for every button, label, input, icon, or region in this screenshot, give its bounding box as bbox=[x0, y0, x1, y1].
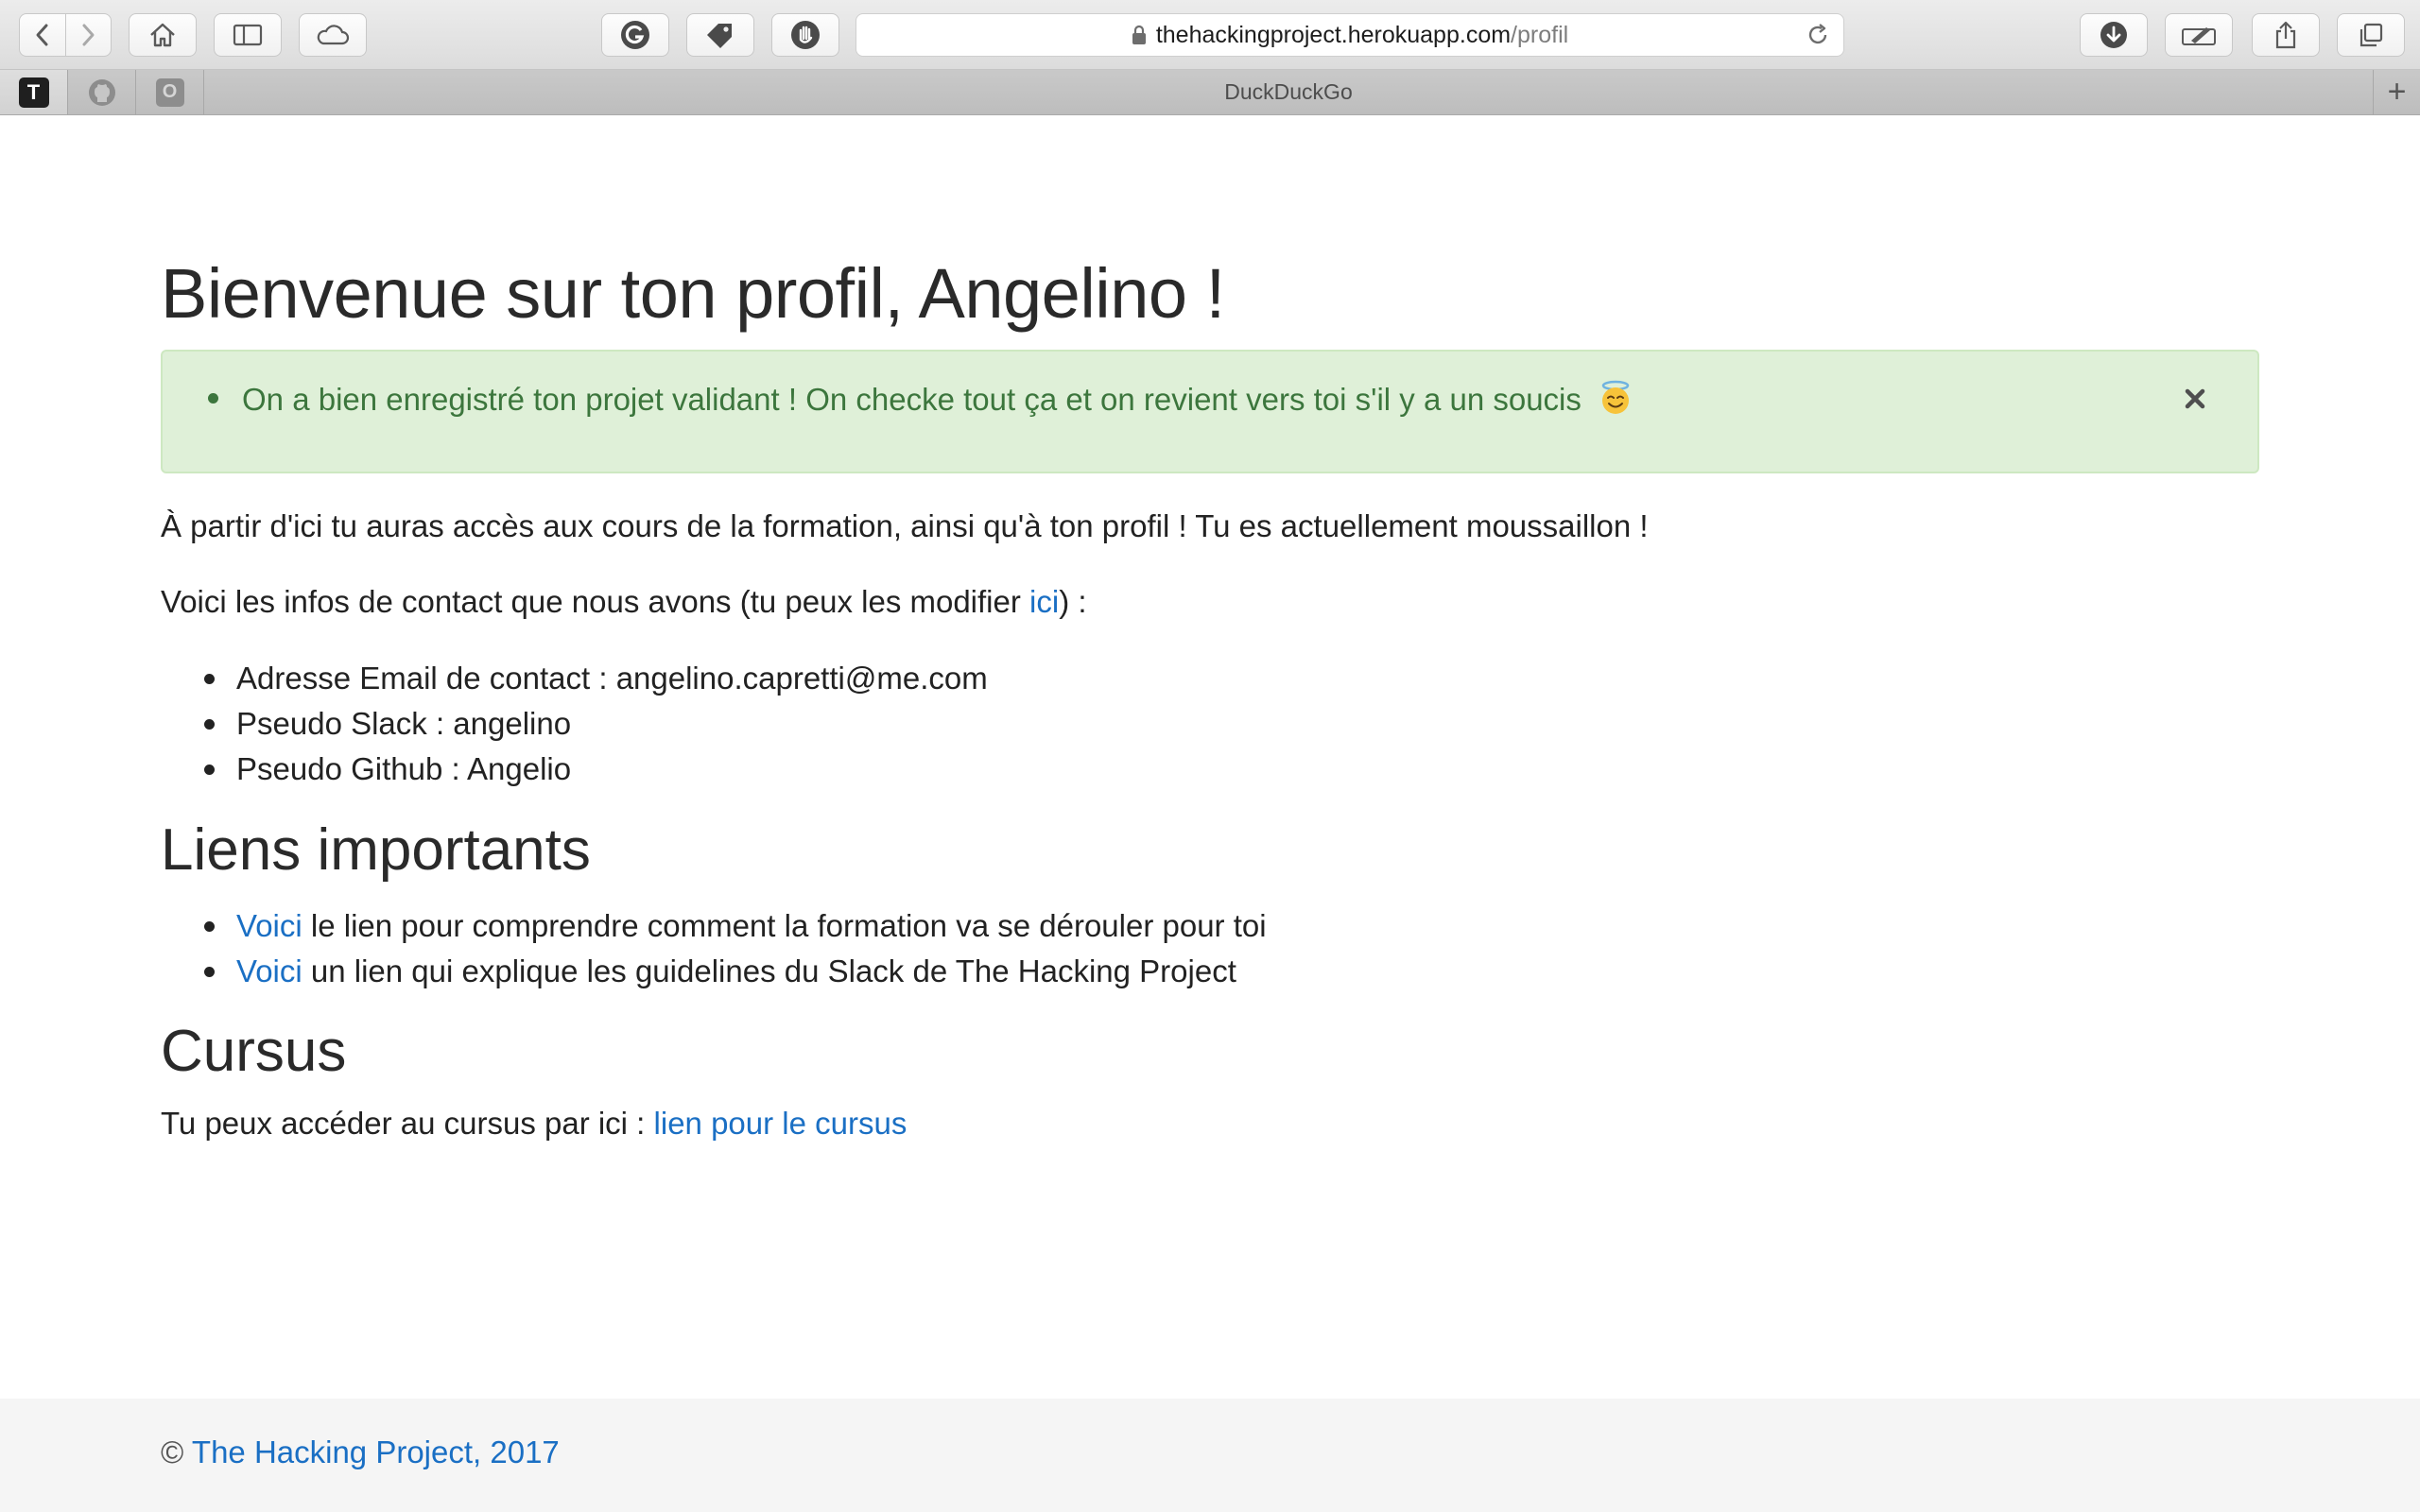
success-alert: On a bien enregistré ton projet validant… bbox=[161, 350, 2259, 473]
page-title: Bienvenue sur ton profil, Angelino ! bbox=[161, 254, 1225, 333]
contact-email-item: Adresse Email de contact : angelino.capr… bbox=[204, 656, 988, 701]
page-footer: © The Hacking Project, 2017 bbox=[0, 1399, 2420, 1512]
download-icon bbox=[2100, 22, 2127, 48]
contact-intro-suffix: ) : bbox=[1059, 584, 1087, 619]
forward-button[interactable] bbox=[64, 14, 112, 56]
tab-duckduckgo[interactable]: DuckDuckGo bbox=[204, 70, 2373, 114]
contact-slack-item: Pseudo Slack : angelino bbox=[204, 701, 988, 747]
share-button[interactable] bbox=[2252, 13, 2320, 57]
o-favicon-icon: O bbox=[155, 77, 184, 107]
github-icon bbox=[88, 78, 115, 106]
edit-contact-link[interactable]: ici bbox=[1029, 584, 1059, 619]
home-icon bbox=[150, 23, 175, 47]
pinned-tab-t[interactable]: T bbox=[0, 70, 68, 114]
pinned-tab-o[interactable]: O bbox=[136, 70, 204, 114]
important-links-heading: Liens importants bbox=[161, 817, 591, 883]
important-link-item: Voici le lien pour comprendre comment la… bbox=[204, 903, 1267, 949]
cursus-link[interactable]: lien pour le cursus bbox=[654, 1106, 908, 1141]
home-button[interactable] bbox=[129, 13, 197, 57]
reload-icon bbox=[1808, 24, 1827, 44]
cursus-paragraph: Tu peux accéder au cursus par ici : lien… bbox=[161, 1106, 907, 1142]
important-link-text: un lien qui explique les guidelines du S… bbox=[302, 954, 1236, 988]
sidebar-button[interactable] bbox=[214, 13, 282, 57]
chevron-left-icon bbox=[36, 24, 48, 46]
downloads-button[interactable] bbox=[2080, 13, 2148, 57]
lock-icon bbox=[1132, 25, 1147, 45]
url-host: thehackingproject.herokuapp.com bbox=[1155, 21, 1512, 48]
cursus-heading: Cursus bbox=[161, 1019, 347, 1084]
cloud-icon bbox=[317, 25, 350, 45]
browser-toolbar: thehackingproject.herokuapp.com/profil bbox=[0, 0, 2420, 70]
adblock-extension-button[interactable] bbox=[771, 13, 839, 57]
new-tab-button[interactable]: + bbox=[2373, 70, 2420, 114]
slack-guidelines-link[interactable]: Voici bbox=[236, 954, 302, 988]
address-bar[interactable]: thehackingproject.herokuapp.com/profil bbox=[856, 13, 1844, 57]
intro-paragraph: À partir d'ici tu auras accès aux cours … bbox=[161, 508, 1649, 543]
contact-github-item: Pseudo Github : Angelio bbox=[204, 747, 988, 792]
tab-overview-button[interactable] bbox=[2337, 13, 2405, 57]
alert-close-button[interactable] bbox=[2184, 387, 2206, 415]
hand-stop-icon bbox=[791, 21, 820, 49]
tab-bar: T O DuckDuckGo + bbox=[0, 70, 2420, 115]
pencil-icon bbox=[2182, 27, 2216, 45]
important-links-list: Voici le lien pour comprendre comment la… bbox=[204, 903, 1267, 994]
alert-message: On a bien enregistré ton projet validant… bbox=[207, 380, 1634, 418]
contact-intro-paragraph: Voici les infos de contact que nous avon… bbox=[161, 584, 1087, 620]
url-path: /profil bbox=[1511, 21, 1569, 48]
back-button[interactable] bbox=[20, 14, 65, 56]
footer-copyright: © The Hacking Project, 2017 bbox=[161, 1435, 560, 1470]
tabs-overview-icon bbox=[2360, 23, 2383, 47]
share-icon bbox=[2275, 21, 2296, 49]
tag-extension-button[interactable] bbox=[686, 13, 754, 57]
markup-button[interactable] bbox=[2165, 13, 2233, 57]
important-link-item: Voici un lien qui explique les guideline… bbox=[204, 949, 1267, 994]
close-icon bbox=[2185, 388, 2205, 409]
icloud-tabs-button[interactable] bbox=[299, 13, 367, 57]
alert-list: On a bien enregistré ton projet validant… bbox=[207, 380, 1634, 418]
grammarly-icon bbox=[621, 21, 649, 49]
contact-info-list: Adresse Email de contact : angelino.capr… bbox=[204, 656, 988, 792]
chevron-right-icon bbox=[82, 24, 95, 46]
reload-button[interactable] bbox=[1806, 23, 1830, 54]
sidebar-icon bbox=[233, 24, 263, 46]
cursus-text: Tu peux accéder au cursus par ici : bbox=[161, 1106, 654, 1141]
pinned-tab-github[interactable] bbox=[68, 70, 136, 114]
navigation-buttons bbox=[19, 13, 112, 57]
grammarly-extension-button[interactable] bbox=[601, 13, 669, 57]
footer-thp-link[interactable]: The Hacking Project, 2017 bbox=[192, 1435, 560, 1469]
t-favicon-icon: T bbox=[18, 77, 49, 108]
contact-intro-text: Voici les infos de contact que nous avon… bbox=[161, 584, 1030, 619]
important-link-text: le lien pour comprendre comment la forma… bbox=[302, 908, 1267, 943]
alert-message-text: On a bien enregistré ton projet validant… bbox=[242, 382, 1582, 417]
formation-link[interactable]: Voici bbox=[236, 908, 302, 943]
copyright-symbol: © bbox=[161, 1435, 184, 1469]
tag-icon bbox=[707, 24, 732, 48]
smiling-face-with-halo-icon bbox=[1601, 380, 1630, 414]
